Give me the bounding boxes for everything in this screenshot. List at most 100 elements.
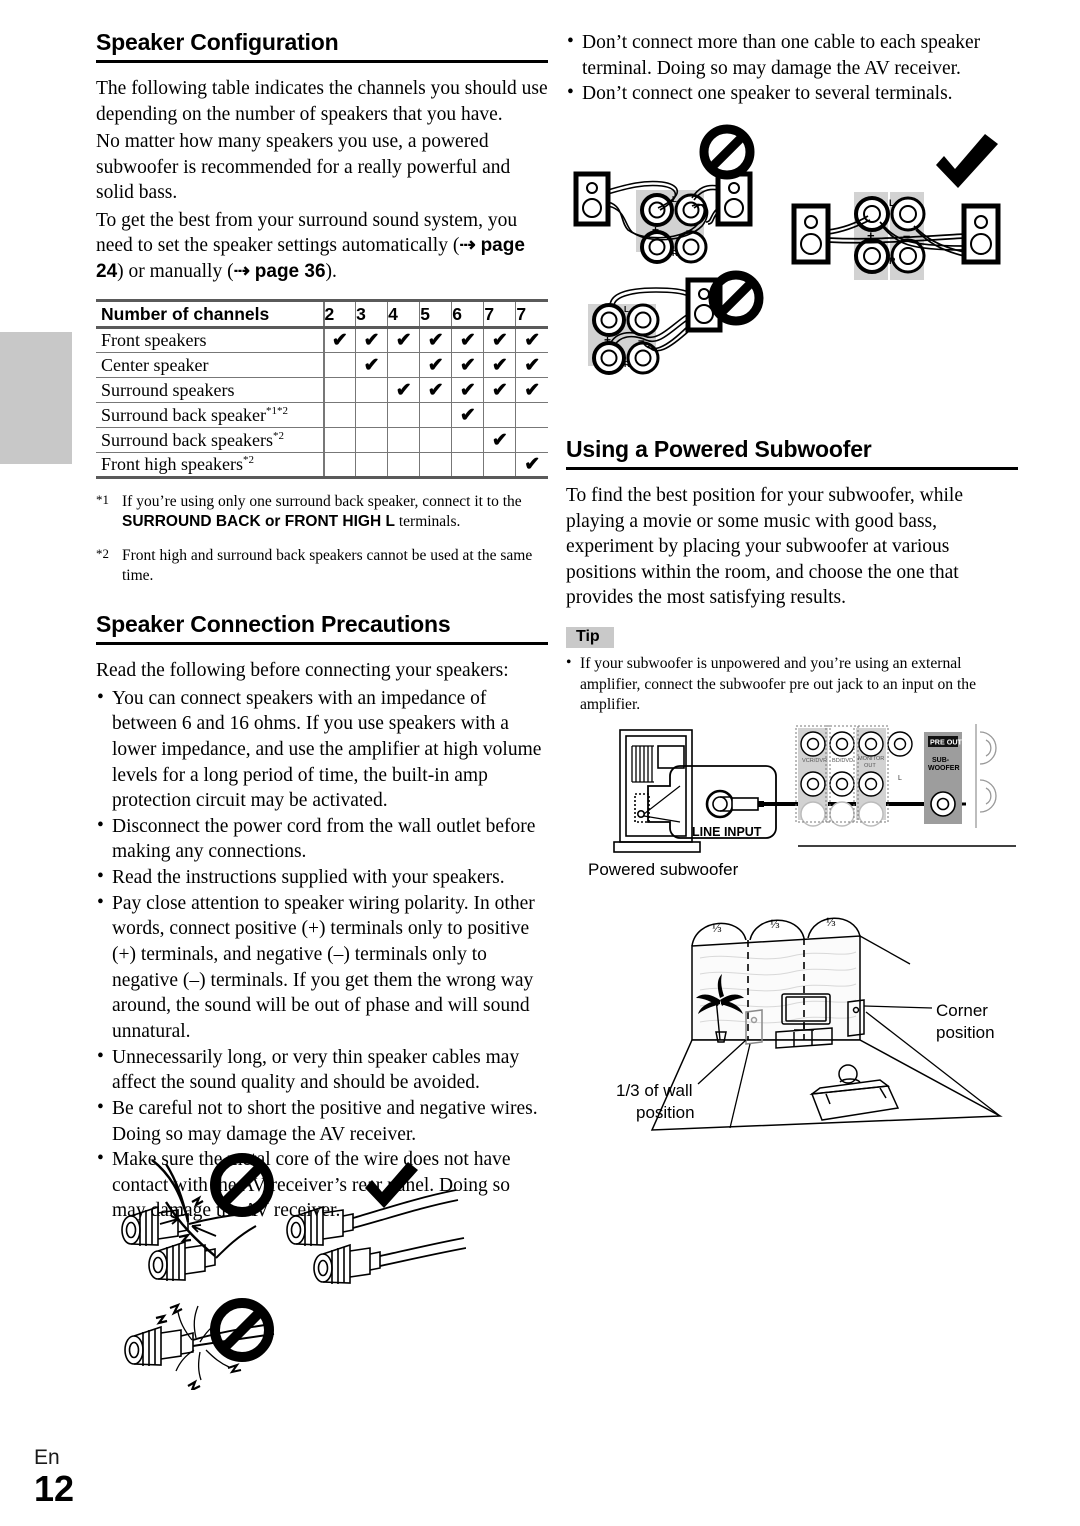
check-icon: ✔ bbox=[459, 354, 476, 376]
speaker-terminal-wire-figure bbox=[96, 1140, 466, 1390]
para-text-before: To get the best from your surround sound… bbox=[96, 209, 518, 257]
table-header-col-3: 4 bbox=[387, 300, 420, 328]
table-cell bbox=[322, 377, 356, 403]
table-cell bbox=[451, 452, 484, 478]
speaker-connection-figure: L R + – L R + – L R + – bbox=[566, 122, 1026, 412]
svg-text:L: L bbox=[898, 775, 902, 782]
tip-badge: Tip bbox=[566, 626, 614, 648]
check-icon: ✔ bbox=[459, 330, 476, 352]
footnote-1: *1 If you’re using only one surround back… bbox=[96, 492, 548, 532]
table-row-label: Surround speakers bbox=[101, 379, 235, 400]
precautions-intro: Read the following before connecting you… bbox=[96, 660, 509, 682]
check-icon: ✔ bbox=[459, 404, 476, 426]
tip-bullet: If your subwoofer is unpowered and you’r… bbox=[566, 653, 1018, 716]
connection-warning-bullets: Don’t connect more than one cable to eac… bbox=[566, 29, 1018, 107]
wall-fraction-3: ⅓ bbox=[826, 914, 836, 929]
check-icon: ✔ bbox=[363, 354, 380, 376]
table-cell: ✔ bbox=[419, 377, 452, 403]
table-cell bbox=[322, 427, 356, 453]
table-row-label: Surround back speakers*2 bbox=[101, 429, 284, 450]
svg-text:+: + bbox=[867, 228, 875, 243]
third-of-wall-label-1: 1/3 of wall bbox=[616, 1081, 693, 1100]
check-icon: ✔ bbox=[331, 330, 348, 352]
table-cell: ✔ bbox=[322, 327, 356, 353]
rear-panel: VCR/DVR BD/DVD MONITOR OUT L PRE OUT SUB… bbox=[795, 724, 1016, 847]
channel-configuration-table: Number of channels 2 3 4 5 6 7 7 Front speakers ✔… bbox=[96, 299, 548, 479]
check-icon: ✔ bbox=[491, 330, 508, 352]
check-icon: ✔ bbox=[524, 454, 541, 476]
table-cell bbox=[419, 427, 452, 453]
heading-rule-2 bbox=[96, 642, 548, 646]
rear-label-vcr-dvr: VCR/DVR bbox=[802, 758, 827, 764]
table-header-col-2: 3 bbox=[355, 300, 388, 328]
page-ref-36[interactable]: page 36 bbox=[255, 261, 326, 282]
table-header-label: Number of channels bbox=[101, 303, 270, 324]
terminal-block-good: L R + – bbox=[791, 192, 1001, 280]
table-row: Center speaker ✔ ✔ ✔ ✔ ✔ bbox=[96, 352, 548, 378]
svg-text:WOOFER: WOOFER bbox=[928, 765, 960, 772]
check-icon: ✔ bbox=[427, 354, 444, 376]
svg-text:L: L bbox=[889, 198, 895, 208]
table-header-row: Number of channels 2 3 4 5 6 7 7 bbox=[96, 300, 548, 328]
table-cell: ✔ bbox=[451, 352, 484, 378]
precaution-bullet: Read the instructions supplied with your… bbox=[96, 864, 548, 891]
table-cell bbox=[419, 452, 452, 478]
table-cell: ✔ bbox=[515, 352, 548, 378]
left-column: Speaker Configuration The following tabl… bbox=[96, 29, 548, 1224]
footnote-2: *2 Front high and surround back speakers … bbox=[96, 546, 548, 586]
table-cell bbox=[387, 402, 420, 428]
table-cell bbox=[355, 402, 388, 428]
third-of-wall-label-2: position bbox=[636, 1103, 695, 1122]
svg-text:SUB-: SUB- bbox=[932, 757, 950, 764]
check-icon: ✔ bbox=[395, 330, 412, 352]
intro-paragraph-1: The following table indicates the channe… bbox=[96, 78, 548, 125]
table-header-col-4: 5 bbox=[419, 300, 452, 328]
table-cell bbox=[322, 352, 356, 378]
check-icon: ✔ bbox=[459, 379, 476, 401]
right-column-lower: Using a Powered Subwoofer To find the be… bbox=[566, 436, 1018, 716]
table-cell: ✔ bbox=[387, 377, 420, 403]
svg-text:L: L bbox=[624, 305, 629, 314]
pre-out-label: PRE OUT bbox=[930, 738, 963, 747]
table-cell bbox=[387, 427, 420, 453]
page-footer: En 12 bbox=[34, 1447, 74, 1508]
table-cell: ✔ bbox=[355, 352, 388, 378]
table-cell bbox=[419, 402, 452, 428]
binding-post-icon bbox=[313, 1243, 381, 1284]
page-margin-tab bbox=[0, 332, 72, 464]
svg-text:R: R bbox=[624, 360, 630, 369]
check-icon: ✔ bbox=[395, 379, 412, 401]
binding-post-icon bbox=[121, 1205, 189, 1246]
table-cell bbox=[483, 402, 516, 428]
prohibited-icon bbox=[699, 124, 755, 180]
table-cell bbox=[355, 377, 388, 403]
check-icon: ✔ bbox=[524, 354, 541, 376]
table-cell: ✔ bbox=[515, 377, 548, 403]
svg-text:R: R bbox=[672, 249, 678, 258]
line-input-label: LINE INPUT bbox=[692, 825, 762, 839]
precaution-bullet: Disconnect the power cord from the wall … bbox=[96, 813, 548, 865]
svg-text:+: + bbox=[652, 223, 659, 237]
corner-position-label-2: position bbox=[936, 1023, 995, 1042]
check-icon: ✔ bbox=[491, 379, 508, 401]
rear-label-monitor-out: MONITOR bbox=[858, 756, 884, 762]
table-row-label: Front high speakers*2 bbox=[101, 454, 254, 475]
table-cell bbox=[355, 427, 388, 453]
table-row: Surround back speakers*2 ✔ bbox=[96, 427, 548, 453]
subwoofer-placement-room-figure: ⅓ ⅓ ⅓ Corner position 1/3 of wall positi… bbox=[580, 888, 1020, 1138]
arrow-icon-2: ⇢ bbox=[233, 260, 250, 283]
intro-paragraph-links: To get the best from your surround sound… bbox=[96, 208, 548, 285]
footnote-text: If you’re using only one surround back s… bbox=[122, 493, 522, 531]
table-cell: ✔ bbox=[515, 452, 548, 478]
table-cell bbox=[483, 452, 516, 478]
binding-post-icon bbox=[286, 1205, 354, 1246]
para-text-middle: ) or manually ( bbox=[117, 261, 234, 283]
footnote-marker: *1 bbox=[96, 492, 109, 508]
precaution-bullet: Pay close attention to speaker wiring po… bbox=[96, 890, 548, 1045]
connection-warning-bullet: Don’t connect more than one cable to eac… bbox=[566, 29, 1018, 81]
table-cell bbox=[387, 452, 420, 478]
table-cell: ✔ bbox=[483, 327, 516, 353]
connection-warning-bullet: Don’t connect one speaker to several ter… bbox=[566, 80, 1018, 107]
table-row-label: Surround back speaker*1*2 bbox=[101, 404, 288, 425]
allowed-check-icon bbox=[936, 134, 998, 188]
